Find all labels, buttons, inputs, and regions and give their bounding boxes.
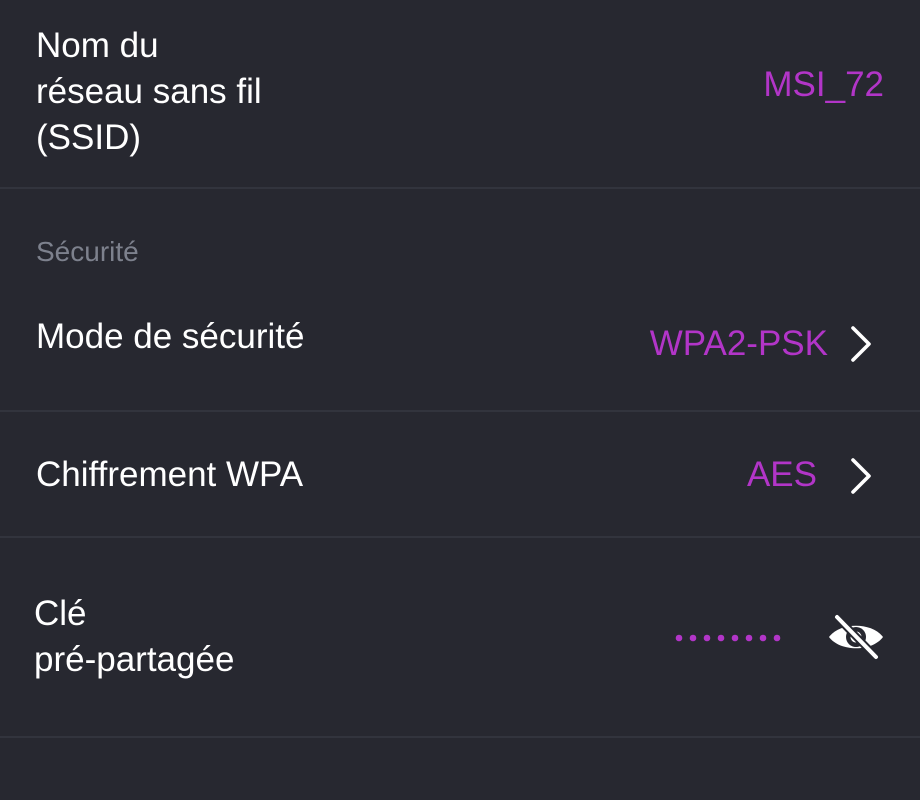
wpa-encryption-value: AES (746, 455, 817, 494)
security-mode-row[interactable]: Mode de sécurité WPA2-PSK (0, 286, 920, 412)
ssid-label-line-3: (SSID) (36, 118, 141, 157)
ssid-label: Nom du réseau sans fil (SSID) (36, 23, 262, 161)
security-mode-label: Mode de sécurité (36, 317, 305, 356)
eye-off-icon[interactable] (826, 612, 886, 662)
wpa-encryption-row[interactable]: Chiffrement WPA AES (0, 412, 920, 538)
ssid-row[interactable]: Nom du réseau sans fil (SSID) MSI_72 (0, 0, 920, 189)
security-section-header: Sécurité (36, 236, 139, 267)
psk-masked-value[interactable] (674, 632, 784, 644)
security-mode-value: WPA2-PSK (649, 324, 828, 363)
ssid-value: MSI_72 (763, 65, 884, 104)
ssid-label-line-2: réseau sans fil (36, 72, 262, 111)
ssid-label-line-1: Nom du (36, 26, 159, 65)
chevron-right-icon (851, 326, 871, 362)
psk-label-line-1: Clé (34, 594, 87, 633)
psk-label-line-2: pré-partagée (34, 640, 235, 679)
wpa-encryption-label: Chiffrement WPA (36, 455, 304, 494)
psk-label: Clé pré-partagée (34, 591, 234, 683)
chevron-right-icon (851, 458, 871, 494)
